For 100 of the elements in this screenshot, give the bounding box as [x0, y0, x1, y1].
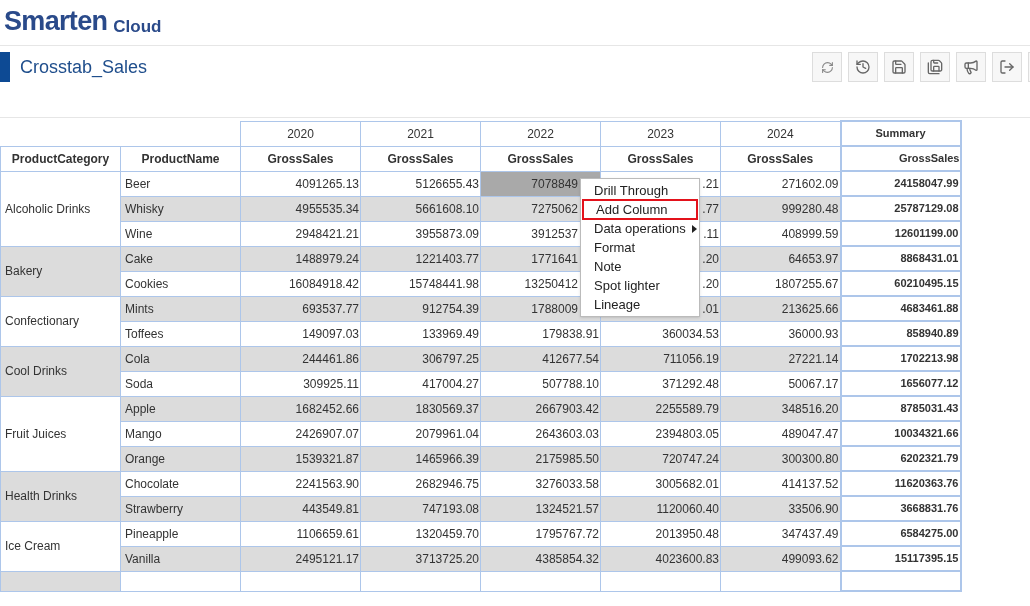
- megaphone-icon: [963, 59, 979, 75]
- product-cell: Pineapple: [120, 521, 241, 546]
- category-cell: Bakery: [0, 246, 121, 296]
- save-button[interactable]: [884, 52, 914, 82]
- product-cell: Strawberry: [120, 496, 241, 521]
- summary-cell: 3668831.76: [840, 496, 961, 521]
- sales-cell: 2013950.48: [600, 521, 721, 546]
- sales-cell: 1221403.77: [360, 246, 481, 271]
- summary-cell: 858940.89: [840, 321, 961, 346]
- product-cell: Mango: [120, 421, 241, 446]
- sales-cell: 1539321.87: [240, 446, 361, 471]
- category-cell: Confectionary: [0, 296, 121, 346]
- sales-cell: 36000.93: [720, 321, 841, 346]
- sales-cell: 2682946.75: [360, 471, 481, 496]
- sales-cell: 999280.48: [720, 196, 841, 221]
- category-cell: Ice Cream: [0, 521, 121, 571]
- sales-cell: 309925.11: [240, 371, 361, 396]
- sales-cell: 2079961.04: [360, 421, 481, 446]
- sales-cell: 27221.14: [720, 346, 841, 371]
- sales-cell: 711056.19: [600, 346, 721, 371]
- sales-cell: 4955535.34: [240, 196, 361, 221]
- product-cell: Mints: [120, 296, 241, 321]
- product-cell: Whisky: [120, 196, 241, 221]
- sales-cell: 414137.52: [720, 471, 841, 496]
- category-cell: Fruit Juices: [0, 396, 121, 471]
- sales-cell: 306797.25: [360, 346, 481, 371]
- year-header: 2020: [240, 121, 361, 146]
- sales-cell: 15748441.98: [360, 271, 481, 296]
- column-header[interactable]: ProductCategory: [0, 146, 121, 171]
- sales-cell: 360034.53: [600, 321, 721, 346]
- category-cell: Cool Drinks: [0, 346, 121, 396]
- sales-cell: 133969.49: [360, 321, 481, 346]
- summary-cell: 8868431.01: [840, 246, 961, 271]
- measure-header[interactable]: GrossSales: [600, 146, 721, 171]
- exit-icon: [999, 59, 1015, 75]
- product-cell: Cookies: [120, 271, 241, 296]
- sales-cell: 179838.91: [480, 321, 601, 346]
- sales-cell: 2948421.21: [240, 221, 361, 246]
- sales-cell: 2241563.90: [240, 471, 361, 496]
- sales-cell: 347437.49: [720, 521, 841, 546]
- summary-cell: 11620363.76: [840, 471, 961, 496]
- year-header: 2021: [360, 121, 481, 146]
- sales-cell: 16084918.42: [240, 271, 361, 296]
- category-cell: Alcoholic Drinks: [0, 171, 121, 246]
- summary-cell: 12601199.00: [840, 221, 961, 246]
- sales-cell: 417004.27: [360, 371, 481, 396]
- measure-header[interactable]: GrossSales: [360, 146, 481, 171]
- exit-button[interactable]: [992, 52, 1022, 82]
- sales-cell: 4385854.32: [480, 546, 601, 571]
- year-header: 2022: [480, 121, 601, 146]
- summary-cell: 4683461.88: [840, 296, 961, 321]
- announce-button[interactable]: [956, 52, 986, 82]
- summary-cell: 60210495.15: [840, 271, 961, 296]
- sales-cell: 408999.59: [720, 221, 841, 246]
- sales-cell: 507788.10: [480, 371, 601, 396]
- product-cell: Apple: [120, 396, 241, 421]
- summary-cell: 8785031.43: [840, 396, 961, 421]
- sales-cell: 5126655.43: [360, 171, 481, 196]
- sales-cell: 5661608.10: [360, 196, 481, 221]
- column-header[interactable]: ProductName: [120, 146, 241, 171]
- save-as-button[interactable]: [920, 52, 950, 82]
- sales-cell: 3005682.01: [600, 471, 721, 496]
- product-cell: Wine: [120, 221, 241, 246]
- measure-header[interactable]: GrossSales: [480, 146, 601, 171]
- product-cell: Cola: [120, 346, 241, 371]
- sales-cell: 2426907.07: [240, 421, 361, 446]
- summary-cell: 6584275.00: [840, 521, 961, 546]
- sales-cell: 489047.47: [720, 421, 841, 446]
- sales-cell: 3955873.09: [360, 221, 481, 246]
- summary-cell: 1656077.12: [840, 371, 961, 396]
- refresh-button[interactable]: [812, 52, 842, 82]
- summary-cell: 6202321.79: [840, 446, 961, 471]
- summary-cell: 24158047.99: [840, 171, 961, 196]
- sales-cell: 1807255.67: [720, 271, 841, 296]
- sales-cell: 1106659.61: [240, 521, 361, 546]
- product-cell: Soda: [120, 371, 241, 396]
- product-cell: Chocolate: [120, 471, 241, 496]
- year-header: 2024: [720, 121, 841, 146]
- sales-cell: 412677.54: [480, 346, 601, 371]
- sales-cell: 1488979.24: [240, 246, 361, 271]
- sales-cell: 371292.48: [600, 371, 721, 396]
- save-as-icon: [927, 59, 943, 75]
- sales-cell: 271602.09: [720, 171, 841, 196]
- measure-header[interactable]: GrossSales: [240, 146, 361, 171]
- summary-cell: 25787129.08: [840, 196, 961, 221]
- sales-cell: 1830569.37: [360, 396, 481, 421]
- product-cell: Beer: [120, 171, 241, 196]
- brand-suffix: Cloud: [113, 18, 162, 35]
- summary-cell: 10034321.66: [840, 421, 961, 446]
- sales-cell: 4023600.83: [600, 546, 721, 571]
- category-cell: Health Drinks: [0, 471, 121, 521]
- history-button[interactable]: [848, 52, 878, 82]
- title-accent: [0, 52, 10, 82]
- sales-cell: 1465966.39: [360, 446, 481, 471]
- product-cell: Vanilla: [120, 546, 241, 571]
- year-header: 2023: [600, 121, 721, 146]
- sales-cell: 3713725.20: [360, 546, 481, 571]
- sales-cell: 2643603.03: [480, 421, 601, 446]
- sales-cell: 443549.81: [240, 496, 361, 521]
- sales-cell: 244461.86: [240, 346, 361, 371]
